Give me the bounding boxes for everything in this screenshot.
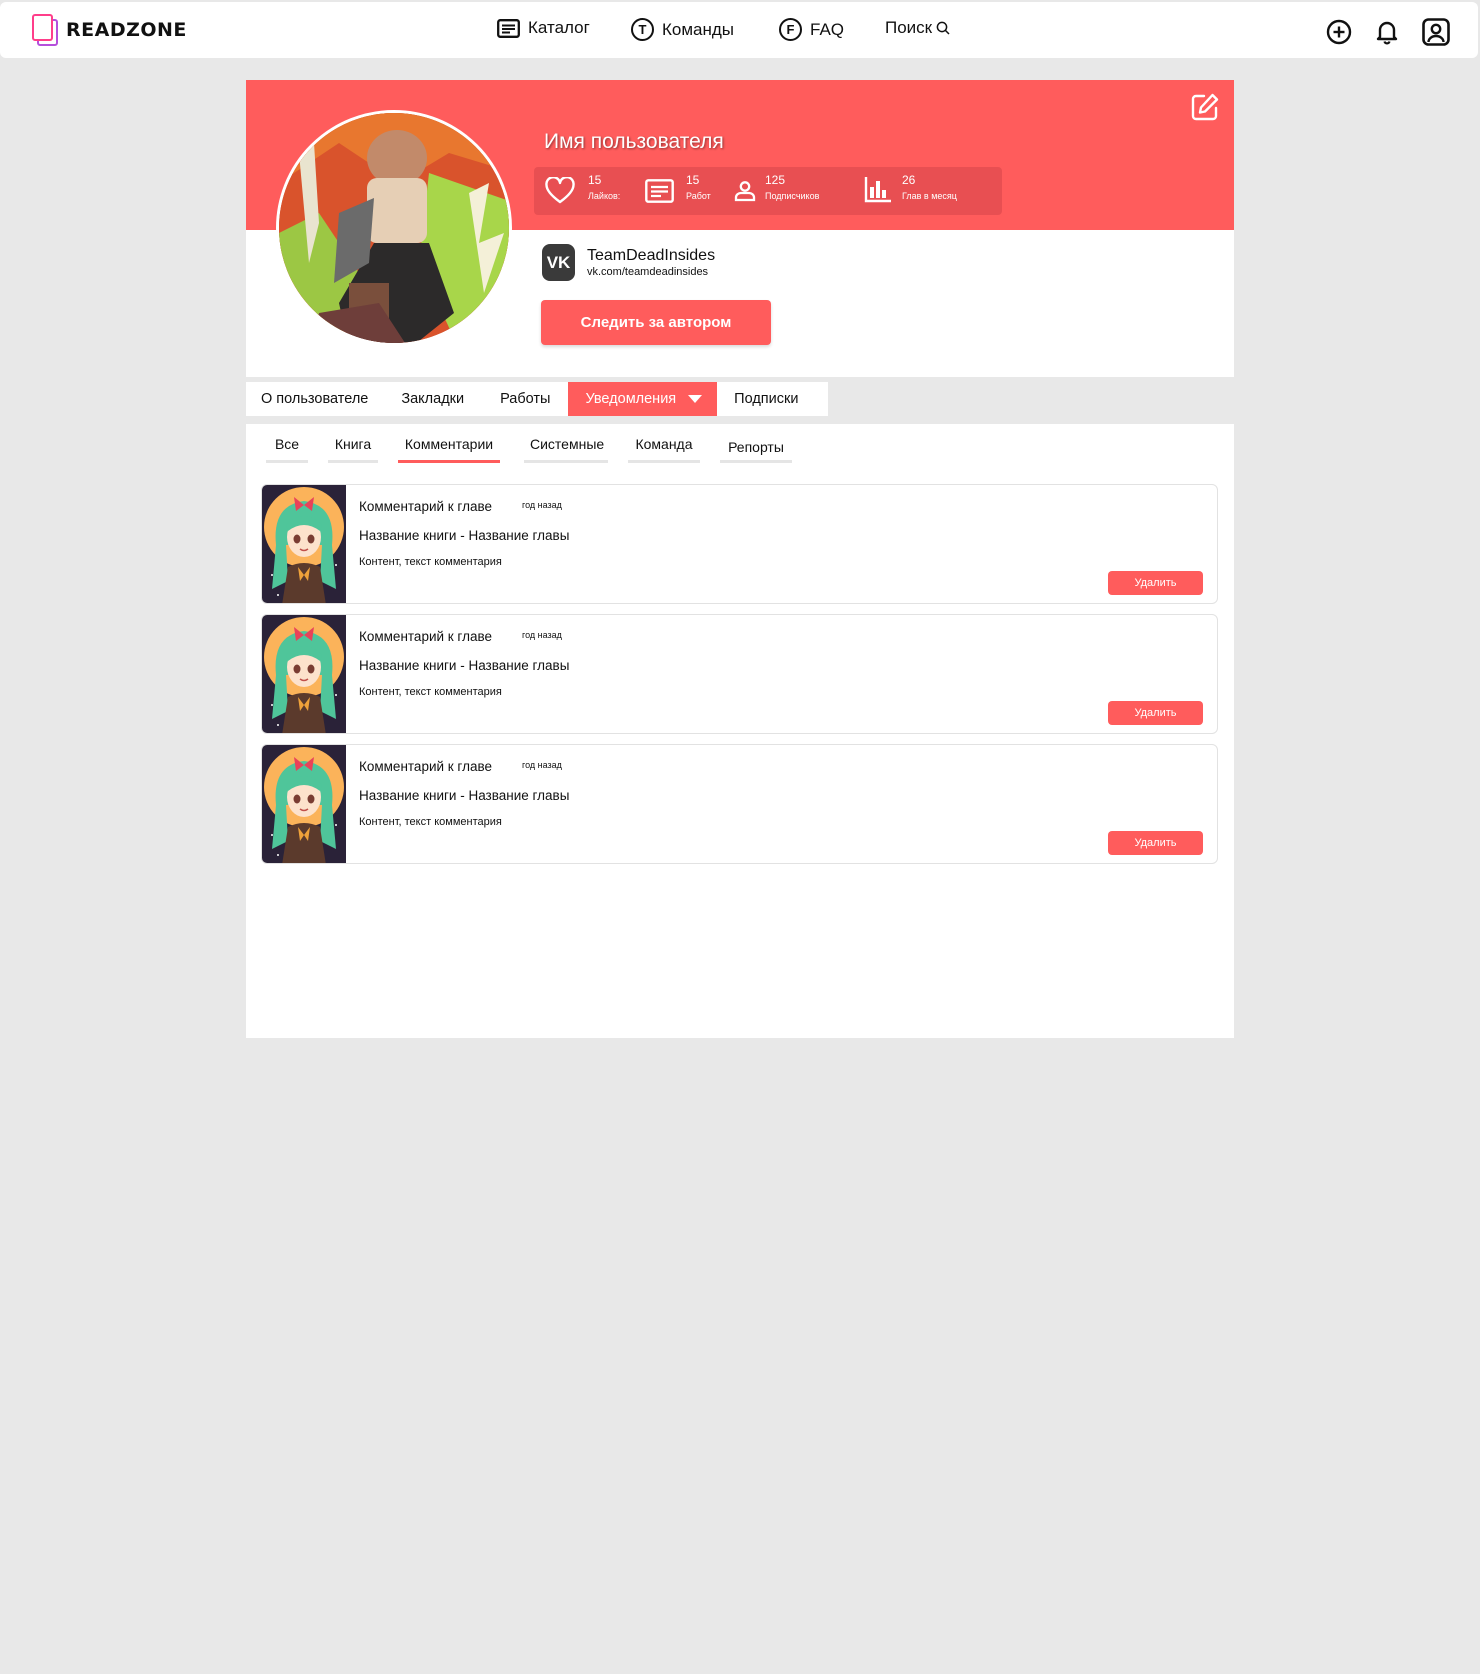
notification-thumbnail [262, 615, 346, 733]
filter-all[interactable]: Все [266, 436, 308, 463]
filter-team[interactable]: Команда [628, 436, 700, 463]
tab-works[interactable]: Работы [482, 382, 568, 416]
notification-title[interactable]: Название книги - Название главы [359, 528, 569, 543]
notification-text: Контент, текст комментария [359, 816, 502, 828]
bar-chart-icon [864, 175, 892, 208]
catalog-icon [497, 18, 520, 38]
notifications-list: Комментарий к главе год назад Название к… [261, 484, 1218, 874]
brand-name: READZONE [66, 19, 187, 41]
heart-icon [545, 176, 575, 209]
filter-book[interactable]: Книга [328, 436, 378, 463]
book-logo-icon [32, 14, 58, 46]
delete-button[interactable]: Удалить [1108, 831, 1203, 855]
notification-title[interactable]: Название книги - Название главы [359, 658, 569, 673]
stat-works: 15 Работ [686, 173, 711, 201]
tab-notifications-label: Уведомления [585, 391, 677, 407]
notification-title[interactable]: Название книги - Название главы [359, 788, 569, 803]
notification-time: год назад [522, 760, 562, 770]
bell-icon[interactable] [1374, 19, 1400, 50]
person-icon [733, 179, 757, 208]
notification-text: Контент, текст комментария [359, 686, 502, 698]
edit-profile-icon[interactable] [1190, 92, 1220, 127]
nav-teams[interactable]: T Команды [631, 18, 734, 41]
notification-time: год назад [522, 500, 562, 510]
nav-search[interactable]: Поиск [885, 18, 950, 38]
stat-chapters-value: 26 [902, 173, 916, 187]
notification-item[interactable]: Комментарий к главе год назад Название к… [261, 744, 1218, 864]
stat-chapters: 26 Глав в месяц [902, 173, 957, 201]
social-url[interactable]: vk.com/teamdeadinsides [587, 266, 715, 278]
teams-icon: T [631, 18, 654, 41]
top-navbar: READZONE Каталог T Команды F FAQ Поиск [0, 2, 1478, 58]
notification-type: Комментарий к главе [359, 759, 492, 774]
notification-time: год назад [522, 630, 562, 640]
notification-text: Контент, текст комментария [359, 556, 502, 568]
stat-chapters-label: Глав в месяц [902, 191, 957, 201]
tab-subscriptions[interactable]: Подписки [717, 382, 815, 416]
stat-likes-label: Лайков: [588, 191, 621, 201]
filter-reports[interactable]: Репорты [720, 436, 792, 463]
social-link[interactable]: VK TeamDeadInsides vk.com/teamdeadinside… [542, 244, 715, 281]
social-info: TeamDeadInsides vk.com/teamdeadinsides [587, 247, 715, 278]
profile-card: Имя пользователя 15 Лайков: 15 Работ 125… [246, 80, 1234, 1038]
search-icon [936, 21, 950, 35]
user-profile-icon[interactable] [1422, 18, 1450, 51]
tab-about[interactable]: О пользователе [246, 382, 383, 416]
stat-subscribers-label: Подписчиков [765, 191, 820, 201]
tab-bookmarks[interactable]: Закладки [383, 382, 482, 416]
profile-tabs: О пользователе Закладки Работы Уведомлен… [246, 382, 828, 416]
profile-stats: 15 Лайков: 15 Работ 125 Подписчиков 26 Г… [534, 167, 1002, 215]
nav-teams-label: Команды [662, 19, 735, 39]
faq-icon: F [779, 18, 802, 41]
stat-likes-value: 15 [588, 173, 602, 187]
stat-works-value: 15 [686, 173, 700, 187]
delete-button[interactable]: Удалить [1108, 571, 1203, 595]
stat-likes: 15 Лайков: [588, 173, 620, 201]
stat-subscribers-value: 125 [765, 173, 786, 187]
profile-avatar[interactable] [276, 110, 512, 346]
plus-circle-icon[interactable] [1326, 19, 1352, 50]
notification-filters: Все Книга Комментарии Системные Команда … [266, 436, 792, 463]
social-name: TeamDeadInsides [587, 247, 716, 264]
tab-notifications[interactable]: Уведомления [568, 382, 718, 416]
header-actions [1326, 18, 1450, 51]
notification-type: Комментарий к главе [359, 499, 492, 514]
filter-comments[interactable]: Комментарии [398, 436, 500, 463]
notification-thumbnail [262, 485, 346, 603]
nav-search-label: Поиск [885, 18, 933, 37]
profile-username: Имя пользователя [544, 130, 724, 153]
nav-faq-label: FAQ [810, 19, 845, 39]
nav-faq[interactable]: F FAQ [779, 18, 844, 41]
stat-works-label: Работ [686, 191, 711, 201]
notification-item[interactable]: Комментарий к главе год назад Название к… [261, 484, 1218, 604]
delete-button[interactable]: Удалить [1108, 701, 1203, 725]
notification-thumbnail [262, 745, 346, 863]
follow-author-button[interactable]: Следить за автором [541, 300, 771, 345]
stat-subscribers: 125 Подписчиков [765, 173, 819, 201]
nav-catalog-label: Каталог [528, 18, 590, 37]
notification-item[interactable]: Комментарий к главе год назад Название к… [261, 614, 1218, 734]
vk-icon: VK [542, 244, 575, 281]
notification-type: Комментарий к главе [359, 629, 492, 644]
nav-catalog[interactable]: Каталог [497, 18, 590, 38]
dropdown-triangle-icon [688, 395, 703, 403]
list-icon [645, 179, 674, 208]
logo[interactable]: READZONE [32, 14, 187, 46]
filter-system[interactable]: Системные [524, 436, 608, 463]
